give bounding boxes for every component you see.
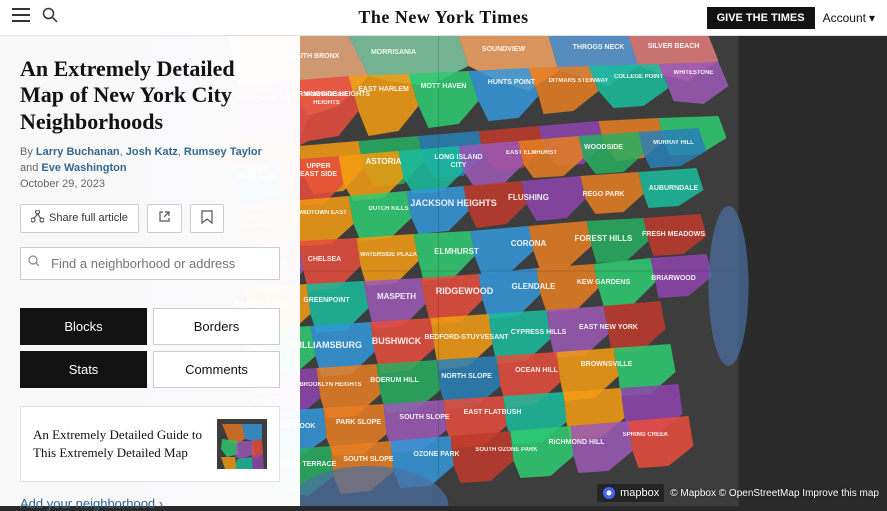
- guide-card-image: [217, 419, 267, 469]
- author-2[interactable]: Josh Katz: [126, 146, 178, 158]
- svg-text:SPRING CREEK: SPRING CREEK: [623, 432, 669, 438]
- svg-text:CORONA: CORONA: [511, 239, 547, 248]
- share-button[interactable]: Share full article: [20, 204, 139, 233]
- svg-text:BROOKLYN HEIGHTS: BROOKLYN HEIGHTS: [299, 382, 361, 388]
- header-left: [12, 7, 58, 28]
- byline: By Larry Buchanan, Josh Katz, Rumsey Tay…: [20, 145, 280, 176]
- svg-text:OZONE PARK: OZONE PARK: [413, 451, 459, 458]
- svg-text:UPPER: UPPER: [306, 163, 330, 170]
- map-attribution-text: © Mapbox © OpenStreetMap Improve this ma…: [670, 488, 879, 499]
- header-right: GIVE THE TIMES Account ▾: [707, 7, 875, 29]
- svg-text:MOTT HAVEN: MOTT HAVEN: [421, 83, 467, 90]
- bookmark-button[interactable]: [190, 204, 224, 233]
- svg-text:WILLIAMSBURG: WILLIAMSBURG: [291, 340, 362, 350]
- svg-text:AUBURNDALE: AUBURNDALE: [649, 185, 699, 192]
- svg-text:MORRISANIA: MORRISANIA: [371, 49, 416, 56]
- svg-text:BOERUM HILL: BOERUM HILL: [370, 377, 419, 384]
- svg-text:ELMHURST: ELMHURST: [434, 247, 479, 256]
- give-times-button[interactable]: GIVE THE TIMES: [707, 7, 815, 29]
- svg-text:OCEAN HILL: OCEAN HILL: [515, 367, 559, 374]
- borders-toggle[interactable]: Borders: [153, 308, 280, 345]
- svg-text:HEIGHTS: HEIGHTS: [313, 100, 340, 106]
- svg-text:DUTCH KILLS: DUTCH KILLS: [369, 206, 409, 212]
- svg-text:JACKSON HEIGHTS: JACKSON HEIGHTS: [410, 198, 497, 208]
- stats-toggle[interactable]: Stats: [20, 351, 147, 388]
- svg-text:NORTH SLOPE: NORTH SLOPE: [441, 373, 492, 380]
- app-header: The New York Times GIVE THE TIMES Accoun…: [0, 0, 887, 36]
- map-attribution: mapbox © Mapbox © OpenStreetMap Improve …: [597, 484, 879, 502]
- nyt-logo: The New York Times: [358, 7, 528, 28]
- svg-text:SOUTH SLOPE: SOUTH SLOPE: [399, 414, 450, 421]
- svg-text:GLENDALE: GLENDALE: [512, 282, 557, 291]
- open-button[interactable]: [147, 204, 182, 233]
- svg-text:MURRAY HILL: MURRAY HILL: [653, 140, 694, 146]
- svg-text:MASPETH: MASPETH: [377, 292, 416, 301]
- svg-text:MIDTOWN EAST: MIDTOWN EAST: [300, 210, 347, 216]
- article-title: An Extremely Detailed Map of New York Ci…: [20, 56, 280, 135]
- search-input[interactable]: [20, 247, 280, 280]
- article-date: October 29, 2023: [20, 178, 280, 190]
- svg-text:BEDFORD-STUYVESANT: BEDFORD-STUYVESANT: [424, 334, 509, 341]
- author-1[interactable]: Larry Buchanan: [36, 146, 120, 158]
- svg-text:HUNTS POINT: HUNTS POINT: [488, 79, 536, 86]
- svg-text:WOODSIDE: WOODSIDE: [584, 144, 623, 151]
- guide-card-text: An Extremely Detailed Guide to This Extr…: [33, 426, 207, 461]
- svg-text:EAST ELMHURST: EAST ELMHURST: [506, 150, 557, 156]
- svg-text:CHELSEA: CHELSEA: [308, 256, 341, 263]
- svg-text:BUSHWICK: BUSHWICK: [372, 336, 422, 346]
- svg-text:SILVER BEACH: SILVER BEACH: [648, 43, 700, 50]
- blocks-toggle[interactable]: Blocks: [20, 308, 147, 345]
- svg-text:BRIARWOOD: BRIARWOOD: [651, 275, 696, 282]
- svg-text:DITMARS STEINWAY: DITMARS STEINWAY: [549, 78, 609, 84]
- svg-text:KEW GARDENS: KEW GARDENS: [577, 279, 631, 286]
- hamburger-icon[interactable]: [12, 8, 30, 27]
- open-icon: [158, 210, 171, 226]
- svg-text:WHITESTONE: WHITESTONE: [674, 70, 714, 76]
- search-icon: [28, 255, 40, 271]
- svg-text:EAST SIDE: EAST SIDE: [300, 171, 337, 178]
- svg-text:SOUTH SLOPE: SOUTH SLOPE: [343, 456, 394, 463]
- header-search-icon[interactable]: [42, 7, 58, 28]
- svg-text:SOUTH OZONE PARK: SOUTH OZONE PARK: [475, 447, 538, 453]
- svg-text:PARK SLOPE: PARK SLOPE: [336, 419, 381, 426]
- bookmark-icon: [201, 210, 213, 227]
- svg-text:THROGS NECK: THROGS NECK: [573, 44, 625, 51]
- svg-text:GREENPOINT: GREENPOINT: [303, 297, 350, 304]
- svg-text:EAST NEW YORK: EAST NEW YORK: [579, 324, 638, 331]
- share-label: Share full article: [49, 212, 128, 224]
- guide-card[interactable]: An Extremely Detailed Guide to This Extr…: [20, 406, 280, 482]
- action-buttons-row: Share full article: [20, 204, 280, 233]
- svg-text:CYPRESS HILLS: CYPRESS HILLS: [511, 329, 567, 336]
- author-3[interactable]: Rumsey Taylor: [184, 146, 262, 158]
- svg-text:FLUSHING: FLUSHING: [508, 193, 549, 202]
- svg-text:RICHMOND HILL: RICHMOND HILL: [549, 439, 606, 446]
- svg-text:RIDGEWOOD: RIDGEWOOD: [436, 286, 494, 296]
- toggle-row-2: Stats Comments: [20, 351, 280, 388]
- svg-text:WATERSIDE PLAZA: WATERSIDE PLAZA: [360, 252, 418, 258]
- comments-toggle[interactable]: Comments: [153, 351, 280, 388]
- svg-text:MORNINGSIDE: MORNINGSIDE: [305, 92, 348, 98]
- svg-text:EAST HARLEM: EAST HARLEM: [358, 86, 409, 93]
- svg-text:REGO PARK: REGO PARK: [583, 191, 625, 198]
- author-4[interactable]: Eve Washington: [41, 162, 126, 174]
- share-icon: [31, 210, 44, 226]
- search-container: [20, 247, 280, 280]
- mapbox-logo: mapbox: [597, 484, 664, 502]
- add-neighborhood-link[interactable]: Add your neighborhood ›: [20, 496, 280, 511]
- svg-text:FRESH MEADOWS: FRESH MEADOWS: [642, 231, 705, 238]
- svg-text:BROWNSVILLE: BROWNSVILLE: [581, 361, 633, 368]
- account-button[interactable]: Account ▾: [823, 11, 875, 25]
- chevron-down-icon: ▾: [869, 11, 875, 25]
- svg-text:SOUNDVIEW: SOUNDVIEW: [482, 46, 526, 53]
- svg-text:COLLEGE POINT: COLLEGE POINT: [614, 74, 663, 80]
- toggle-row-1: Blocks Borders: [20, 308, 280, 345]
- svg-text:FOREST HILLS: FOREST HILLS: [575, 234, 633, 243]
- svg-text:CITY: CITY: [451, 162, 467, 169]
- svg-text:ASTORIA: ASTORIA: [366, 157, 402, 166]
- svg-text:EAST FLATBUSH: EAST FLATBUSH: [464, 409, 522, 416]
- svg-text:LONG ISLAND: LONG ISLAND: [434, 154, 482, 161]
- left-panel: An Extremely Detailed Map of New York Ci…: [0, 36, 300, 506]
